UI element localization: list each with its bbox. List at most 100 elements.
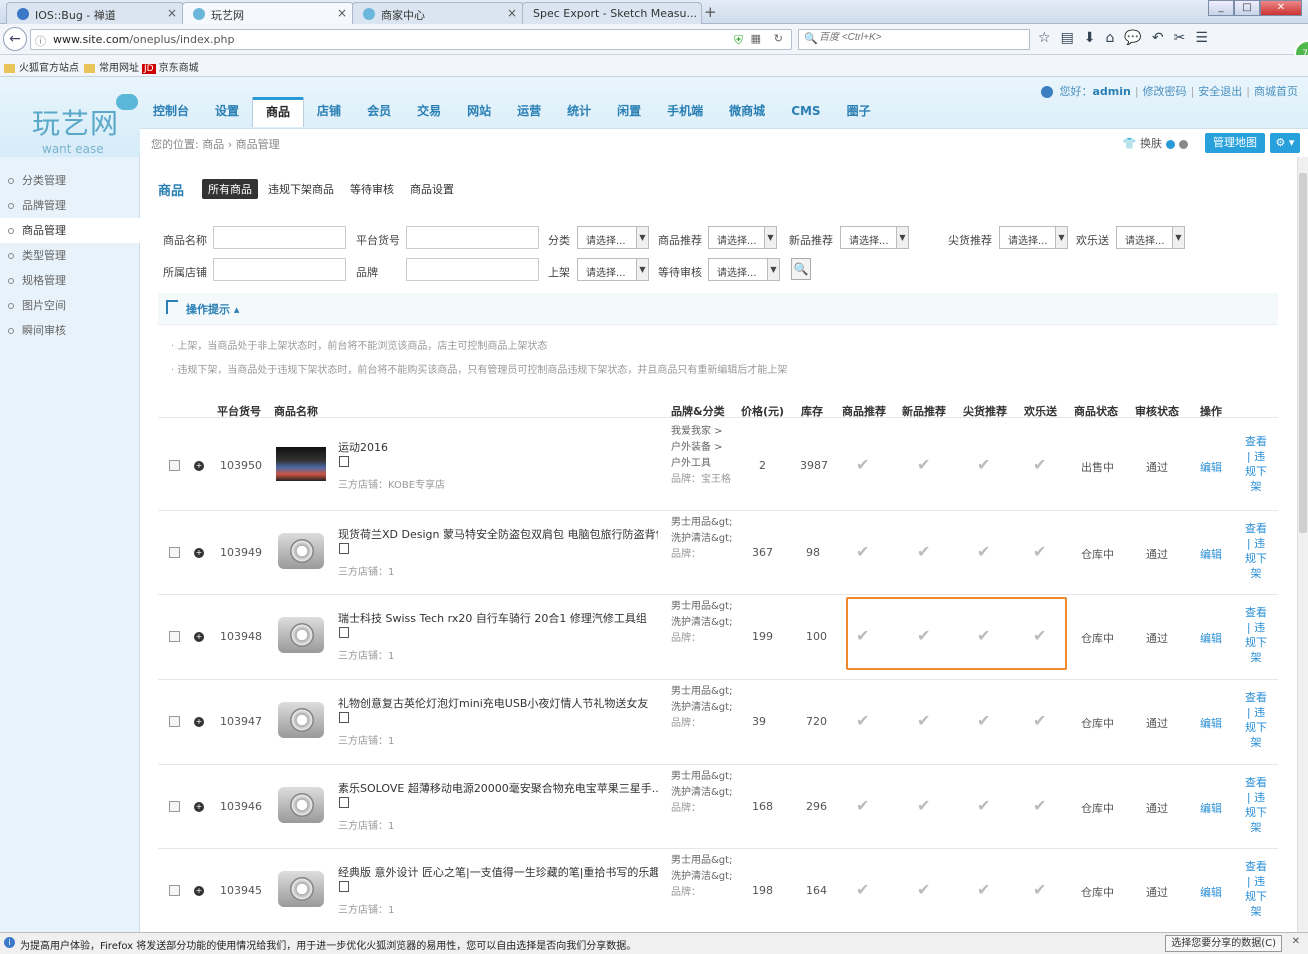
row-checkbox[interactable]: [169, 631, 180, 642]
reload-icon[interactable]: ↻: [774, 32, 783, 45]
check-icon[interactable]: ✔: [977, 880, 990, 899]
edit-link[interactable]: 编辑: [1200, 715, 1222, 731]
check-icon[interactable]: ✔: [977, 711, 990, 730]
browser-tab[interactable]: 商家中心 ×: [352, 2, 524, 24]
edit-link[interactable]: 编辑: [1200, 800, 1222, 816]
row-checkbox[interactable]: [169, 801, 180, 812]
expand-icon[interactable]: +: [194, 632, 204, 642]
shop-input[interactable]: [213, 258, 346, 281]
close-icon[interactable]: ×: [507, 6, 517, 20]
close-icon[interactable]: ×: [167, 6, 177, 20]
new-recommend-select[interactable]: 请选择... ▼: [840, 226, 909, 249]
browser-tab[interactable]: IOS::Bug - 禅道 ×: [6, 2, 184, 24]
goods-name-input[interactable]: [213, 226, 346, 249]
copy-icon[interactable]: [339, 881, 349, 892]
check-icon[interactable]: ✔: [856, 711, 869, 730]
change-password-link[interactable]: 修改密码: [1143, 85, 1187, 98]
view-violation-links[interactable]: 查看 | 违规下架: [1242, 434, 1270, 494]
qr-code-icon[interactable]: ▦: [751, 32, 761, 45]
product-name[interactable]: 瑞士科技 Swiss Tech rx20 自行车骑行 20合1 修理汽修工具组: [338, 610, 647, 626]
sidebar-item-images[interactable]: 图片空间: [0, 293, 140, 318]
check-icon[interactable]: ✔: [977, 455, 990, 474]
check-icon[interactable]: ✔: [917, 455, 930, 474]
expand-icon[interactable]: +: [194, 717, 204, 727]
bookmark-item[interactable]: 火狐官方站点: [4, 59, 79, 74]
product-thumbnail[interactable]: [276, 781, 326, 829]
product-name[interactable]: 经典版 意外设计 匠心之笔|一支值得一生珍藏的笔|重拾书写的乐趣: [338, 864, 658, 880]
product-thumbnail[interactable]: [276, 447, 326, 481]
sidebar-item-goods[interactable]: 商品管理: [0, 218, 140, 243]
copy-icon[interactable]: [339, 543, 349, 554]
nav-item[interactable]: 网站: [454, 97, 504, 127]
menu-icon[interactable]: ☰: [1195, 30, 1208, 46]
nav-item[interactable]: 控制台: [140, 97, 202, 127]
row-checkbox[interactable]: [169, 716, 180, 727]
copy-icon[interactable]: [339, 627, 349, 638]
site-logo[interactable]: 玩艺网 want ease: [32, 94, 138, 156]
close-icon[interactable]: ✕: [1292, 936, 1300, 947]
nav-item[interactable]: 闲置: [604, 97, 654, 127]
sidebar-item-brand[interactable]: 品牌管理: [0, 193, 140, 218]
product-name[interactable]: 运动2016: [338, 439, 388, 455]
audit-select[interactable]: 请选择... ▼: [708, 258, 780, 281]
browser-search-box[interactable]: 🔍: [798, 29, 1030, 50]
check-icon[interactable]: ✔: [1033, 796, 1046, 815]
admin-map-button[interactable]: 管理地图: [1205, 133, 1265, 153]
maximize-icon[interactable]: □: [1234, 0, 1260, 16]
check-icon[interactable]: ✔: [977, 796, 990, 815]
brand-input[interactable]: [406, 258, 539, 281]
view-violation-links[interactable]: 查看 | 违规下架: [1242, 859, 1270, 919]
minimize-icon[interactable]: _: [1208, 0, 1234, 16]
back-button[interactable]: ←: [3, 27, 27, 51]
undo-icon[interactable]: ↶: [1152, 30, 1164, 46]
product-thumbnail[interactable]: [276, 696, 326, 744]
check-icon[interactable]: ✔: [856, 542, 869, 561]
product-thumbnail[interactable]: [276, 527, 326, 575]
copy-icon[interactable]: [339, 797, 349, 808]
check-icon[interactable]: ✔: [917, 542, 930, 561]
check-icon[interactable]: ✔: [1033, 542, 1046, 561]
tab-all-goods[interactable]: 所有商品: [202, 179, 259, 199]
download-icon[interactable]: ⬇: [1084, 30, 1096, 46]
edit-link[interactable]: 编辑: [1200, 459, 1222, 475]
platform-no-input[interactable]: [406, 226, 539, 249]
nav-item[interactable]: 会员: [354, 97, 404, 127]
check-icon[interactable]: ✔: [1033, 711, 1046, 730]
skin-gray[interactable]: [1179, 139, 1188, 149]
url-bar[interactable]: ⓘ www.site.com/oneplus/index.php ⛨ ▦ ↻: [30, 29, 792, 50]
expand-icon[interactable]: +: [194, 548, 204, 558]
nav-item[interactable]: 店铺: [304, 97, 354, 127]
product-name[interactable]: 素乐SOLOVE 超薄移动电源20000毫安聚合物充电宝苹果三星手...: [338, 780, 658, 796]
skin-switcher[interactable]: 👕 换肤: [1123, 135, 1188, 151]
reading-list-icon[interactable]: ▤: [1061, 30, 1074, 46]
screenshot-icon[interactable]: ✂: [1174, 30, 1186, 46]
browser-search-input[interactable]: [819, 32, 1019, 43]
expand-icon[interactable]: +: [194, 461, 204, 471]
check-icon[interactable]: ✔: [1033, 455, 1046, 474]
view-violation-links[interactable]: 查看 | 违规下架: [1242, 605, 1270, 665]
view-violation-links[interactable]: 查看 | 违规下架: [1242, 690, 1270, 750]
page-scrollbar[interactable]: [1297, 157, 1308, 932]
nav-item[interactable]: 圈子: [834, 97, 884, 127]
browser-tab-active[interactable]: 玩艺网 ×: [182, 2, 354, 24]
view-violation-links[interactable]: 查看 | 违规下架: [1242, 775, 1270, 835]
tab-violation[interactable]: 违规下架商品: [262, 179, 340, 199]
nav-item[interactable]: 设置: [202, 97, 252, 127]
sidebar-item-audit[interactable]: 瞬间审核: [0, 318, 140, 343]
check-icon[interactable]: ✔: [856, 880, 869, 899]
category-select[interactable]: 请选择... ▼: [577, 226, 649, 249]
product-name[interactable]: 现货荷兰XD Design 蒙马特安全防盗包双肩包 电脑包旅行防盗背包: [338, 526, 658, 542]
nav-item[interactable]: CMS: [778, 97, 833, 127]
check-icon[interactable]: ✔: [856, 796, 869, 815]
row-checkbox[interactable]: [169, 547, 180, 558]
product-thumbnail[interactable]: [276, 611, 326, 659]
new-tab-button[interactable]: +: [704, 3, 717, 21]
edit-link[interactable]: 编辑: [1200, 630, 1222, 646]
gear-icon[interactable]: ⚙ ▾: [1270, 133, 1300, 153]
check-icon[interactable]: ✔: [917, 711, 930, 730]
expand-icon[interactable]: +: [194, 886, 204, 896]
copy-icon[interactable]: [339, 456, 349, 467]
share-data-button[interactable]: 选择您要分享的数据(C): [1165, 935, 1282, 952]
row-checkbox[interactable]: [169, 460, 180, 471]
check-icon[interactable]: ✔: [917, 880, 930, 899]
